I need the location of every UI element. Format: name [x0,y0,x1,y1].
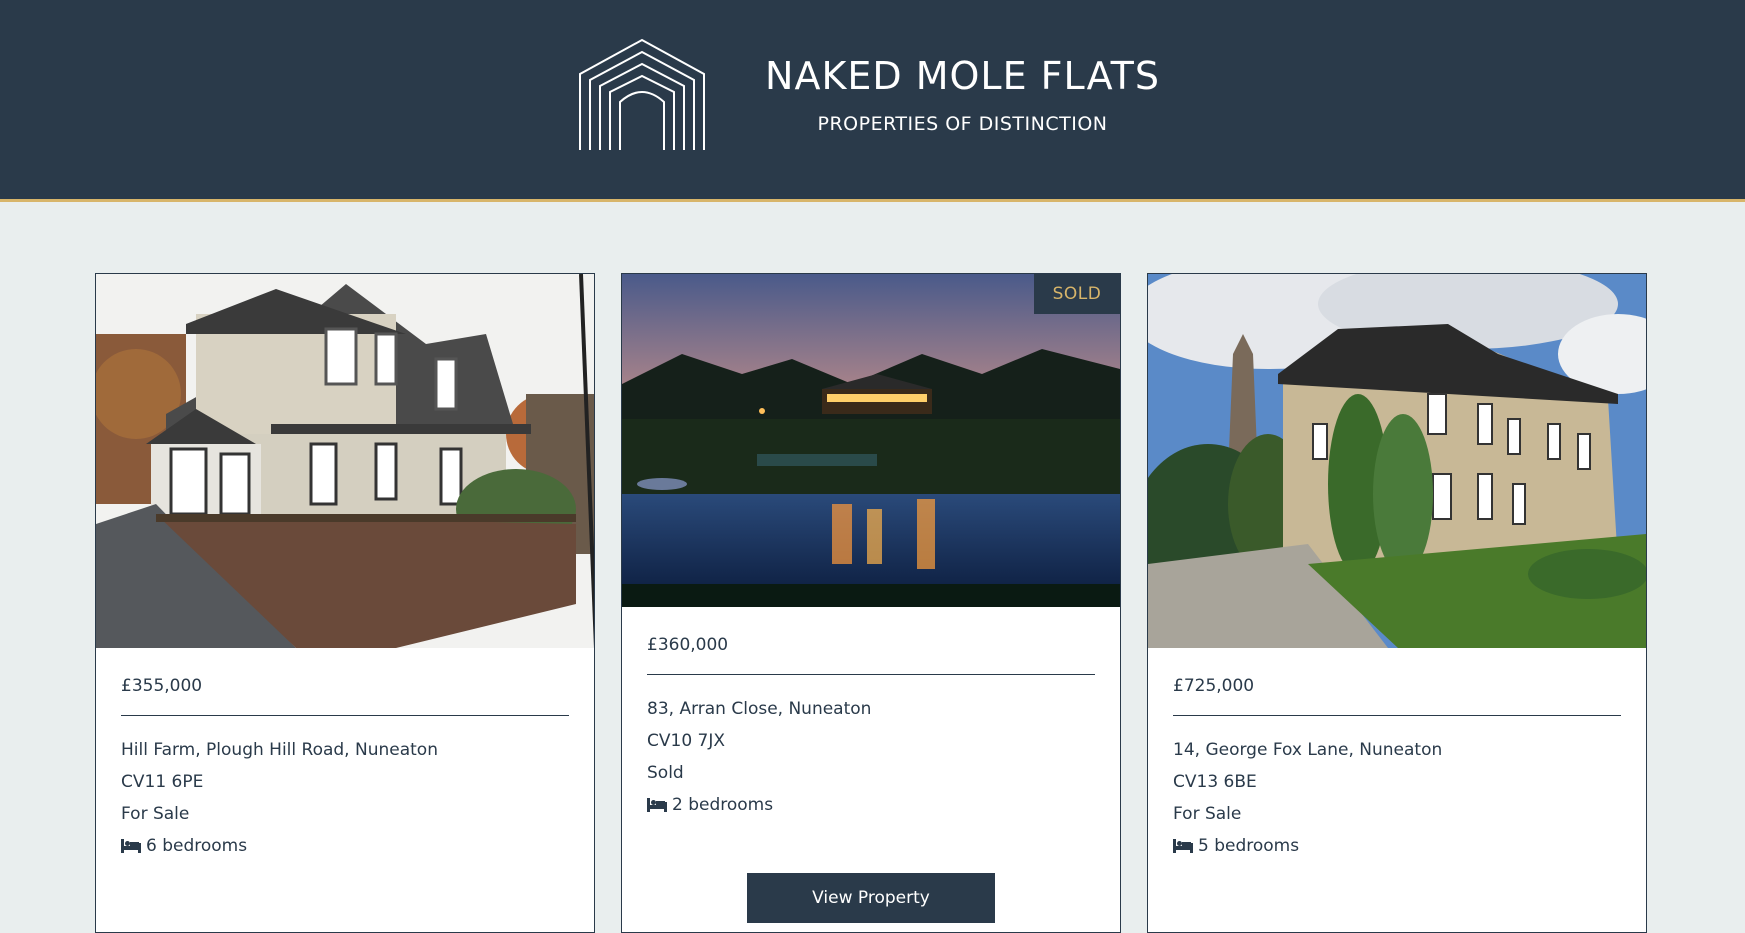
listing-details: £725,000 14, George Fox Lane, Nuneaton C… [1173,674,1621,862]
listing-details: £355,000 Hill Farm, Plough Hill Road, Nu… [121,674,569,862]
victorian-mansion-photo[interactable] [1148,274,1646,648]
listing-status: For Sale [121,804,190,824]
listing-price: £355,000 [121,676,203,696]
property-card[interactable]: £725,000 14, George Fox Lane, Nuneaton C… [1147,273,1647,933]
brick-detached-house-photo[interactable] [96,274,594,648]
listing-status: Sold [647,763,684,783]
listing-postcode: CV13 6BE [1173,772,1257,792]
property-card[interactable]: £355,000 Hill Farm, Plough Hill Road, Nu… [95,273,595,933]
divider [1173,715,1621,716]
listing-postcode: CV11 6PE [121,772,204,792]
sold-badge: SOLD [1034,274,1120,314]
property-card[interactable]: SOLD £360,000 83, Arran Close, Nuneaton … [621,273,1121,933]
listing-address: Hill Farm, Plough Hill Road, Nuneaton [121,740,438,760]
view-property-button[interactable]: View Property [747,873,995,923]
bedrooms-label: 5 bedrooms [1198,836,1300,856]
listing-address: 14, George Fox Lane, Nuneaton [1173,740,1443,760]
listing-bedrooms: 5 bedrooms [1173,830,1621,862]
bed-icon [121,839,141,853]
listing-bedrooms: 2 bedrooms [647,789,1095,821]
listing-details: £360,000 83, Arran Close, Nuneaton CV10 … [647,633,1095,821]
lakeside-house-dusk-photo[interactable] [622,274,1120,607]
listing-price: £725,000 [1173,676,1255,696]
listing-price: £360,000 [647,635,729,655]
bed-icon [1173,839,1193,853]
site-header: NAKED MOLE FLATS PROPERTIES OF DISTINCTI… [0,0,1745,202]
listing-bedrooms: 6 bedrooms [121,830,569,862]
bed-icon [647,798,667,812]
divider [121,715,569,716]
divider [647,674,1095,675]
bedrooms-label: 2 bedrooms [672,795,774,815]
listing-postcode: CV10 7JX [647,731,726,751]
listing-status: For Sale [1173,804,1242,824]
bedrooms-label: 6 bedrooms [146,836,248,856]
house-arches-logo[interactable] [578,38,706,153]
listing-address: 83, Arran Close, Nuneaton [647,699,872,719]
site-title: NAKED MOLE FLATS [765,54,1160,98]
site-subtitle: PROPERTIES OF DISTINCTION [817,113,1108,135]
